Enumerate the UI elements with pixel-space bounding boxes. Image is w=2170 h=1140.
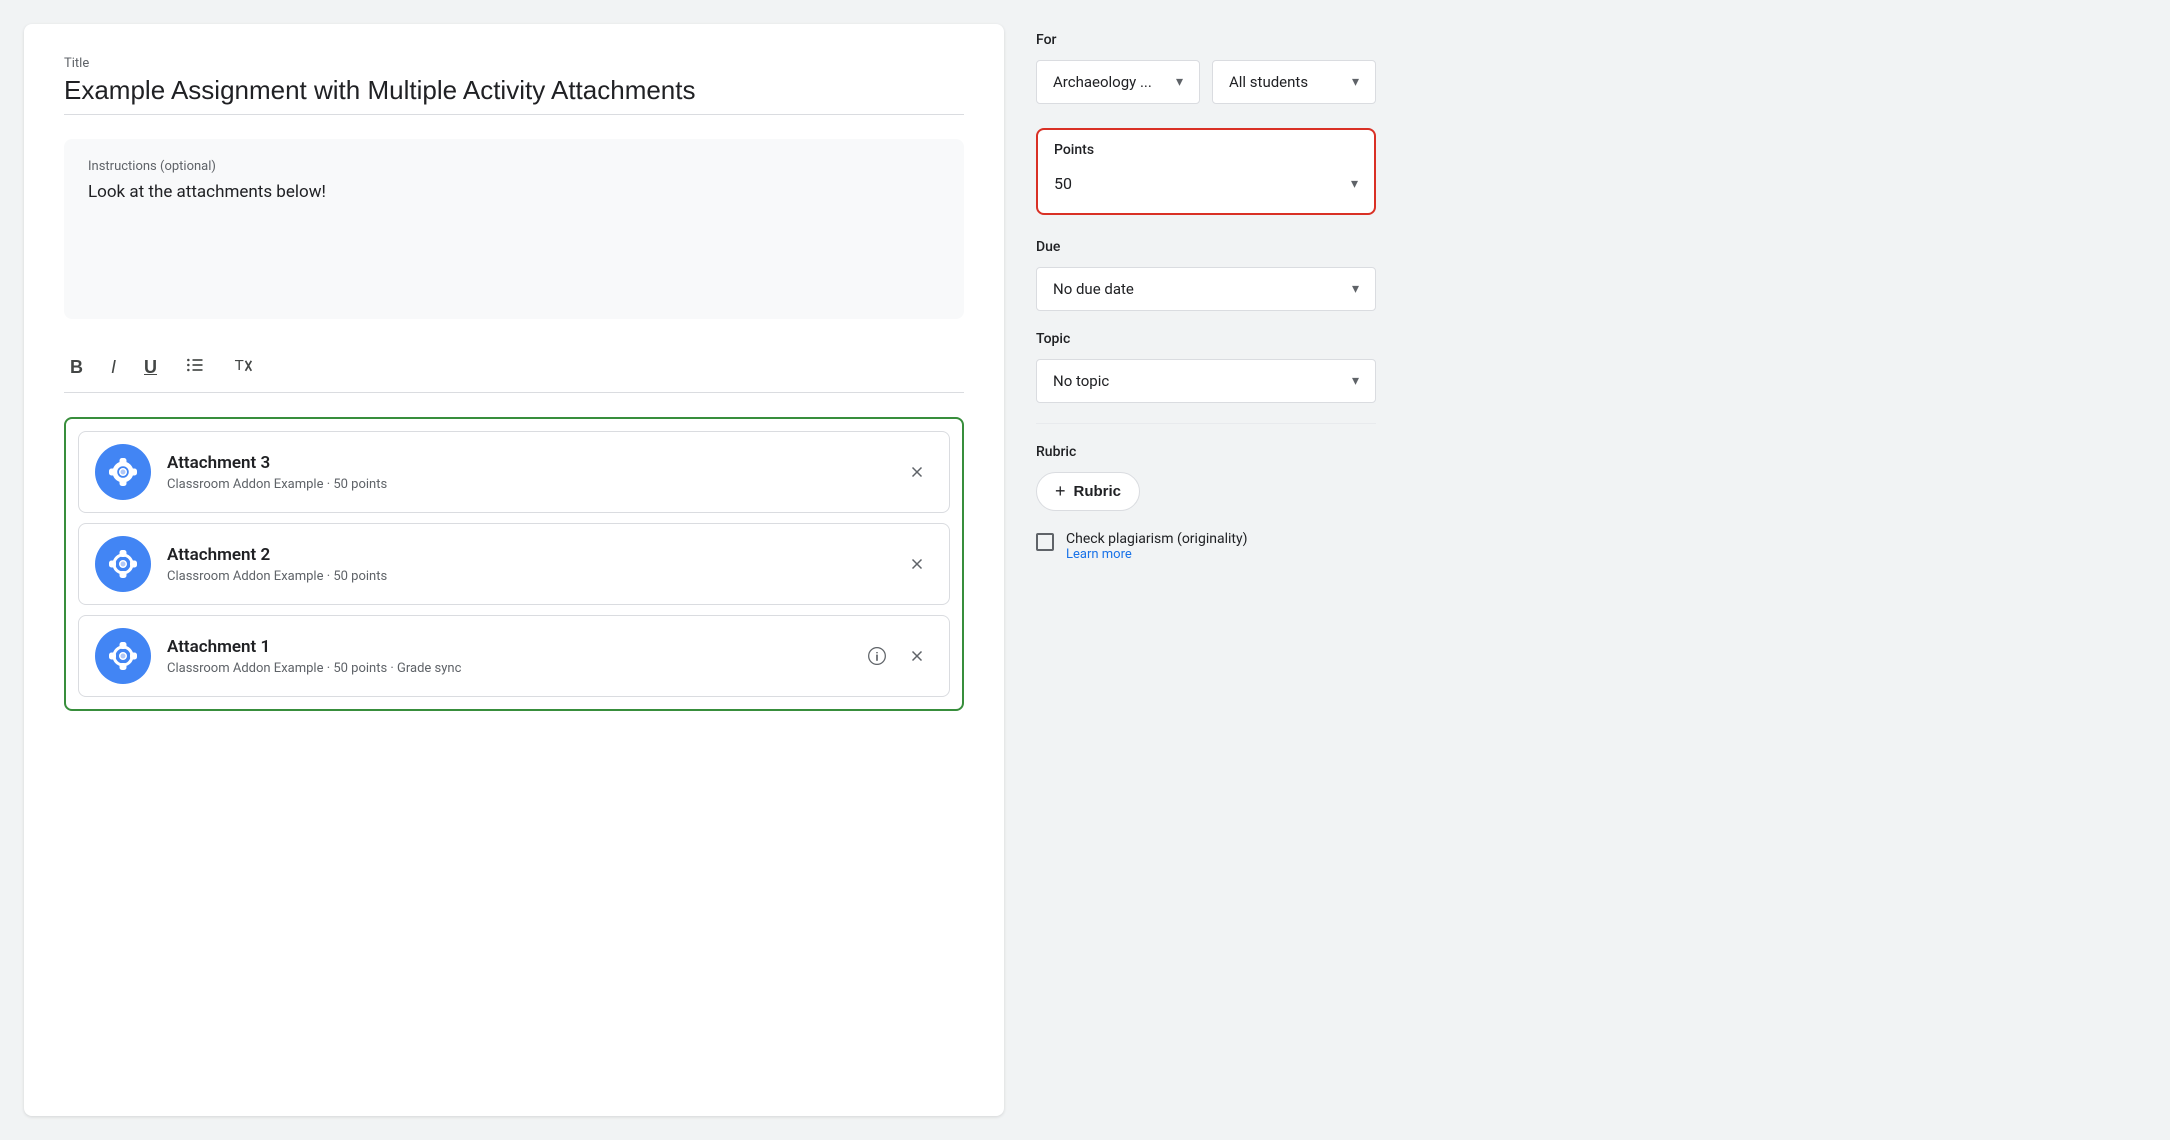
remove-attachment-2-button[interactable]	[901, 548, 933, 580]
due-dropdown[interactable]: No due date ▾	[1036, 267, 1376, 311]
for-label: For	[1036, 32, 1376, 48]
formatting-toolbar: B I U T	[64, 343, 964, 393]
attachment-card-2: Attachment 2 Classroom Addon Example · 5…	[78, 523, 950, 605]
points-dropdown[interactable]: 50 ▾	[1054, 170, 1358, 197]
info-attachment-1-button[interactable]	[861, 640, 893, 672]
students-dropdown[interactable]: All students ▾	[1212, 60, 1376, 104]
title-input[interactable]	[64, 75, 964, 115]
attachment-info-2: Attachment 2 Classroom Addon Example · 5…	[167, 545, 885, 584]
attachments-container: Attachment 3 Classroom Addon Example · 5…	[64, 417, 964, 711]
remove-attachment-3-button[interactable]	[901, 456, 933, 488]
instructions-label: Instructions (optional)	[88, 159, 940, 174]
left-panel: Title Instructions (optional) Look at th…	[24, 24, 1004, 1116]
due-label: Due	[1036, 239, 1376, 255]
divider	[1036, 423, 1376, 424]
addon-icon-2	[95, 536, 151, 592]
bold-button[interactable]: B	[64, 353, 89, 382]
plagiarism-checkbox[interactable]	[1036, 533, 1054, 551]
rubric-plus-icon: +	[1055, 481, 1066, 502]
class-dropdown[interactable]: Archaeology ... ▾	[1036, 60, 1200, 104]
underline-button[interactable]: U	[138, 353, 163, 382]
attachment-title-3: Attachment 3	[167, 453, 885, 473]
attachment-card-3: Attachment 3 Classroom Addon Example · 5…	[78, 431, 950, 513]
students-chevron-icon: ▾	[1352, 74, 1359, 90]
rubric-btn-label: Rubric	[1074, 483, 1122, 500]
italic-button[interactable]: I	[105, 353, 122, 382]
attachment-2-actions	[901, 548, 933, 580]
title-label: Title	[64, 56, 964, 71]
remove-attachment-1-button[interactable]	[901, 640, 933, 672]
topic-chevron-icon: ▾	[1352, 373, 1359, 389]
topic-value: No topic	[1053, 372, 1109, 390]
for-row: Archaeology ... ▾ All students ▾	[1036, 60, 1376, 104]
points-chevron-icon: ▾	[1351, 176, 1358, 192]
plagiarism-row: Check plagiarism (originality) Learn mor…	[1036, 531, 1376, 562]
attachment-title-2: Attachment 2	[167, 545, 885, 565]
attachment-card-1: Attachment 1 Classroom Addon Example · 5…	[78, 615, 950, 697]
attachment-subtitle-3: Classroom Addon Example · 50 points	[167, 477, 885, 492]
rubric-label: Rubric	[1036, 444, 1376, 460]
rubric-button[interactable]: + Rubric	[1036, 472, 1140, 511]
list-button[interactable]	[179, 351, 211, 384]
topic-dropdown[interactable]: No topic ▾	[1036, 359, 1376, 403]
points-box: Points 50 ▾	[1036, 128, 1376, 215]
instructions-section[interactable]: Instructions (optional) Look at the atta…	[64, 139, 964, 319]
instructions-text: Look at the attachments below!	[88, 182, 940, 202]
attachment-3-actions	[901, 456, 933, 488]
plagiarism-main-text: Check plagiarism (originality)	[1066, 531, 1247, 547]
class-chevron-icon: ▾	[1176, 74, 1183, 90]
points-label: Points	[1054, 142, 1358, 158]
title-section: Title	[64, 56, 964, 115]
attachment-info-3: Attachment 3 Classroom Addon Example · 5…	[167, 453, 885, 492]
addon-icon-1	[95, 628, 151, 684]
points-value: 50	[1054, 174, 1072, 193]
attachment-info-1: Attachment 1 Classroom Addon Example · 5…	[167, 637, 845, 676]
class-value: Archaeology ...	[1053, 73, 1152, 91]
attachment-subtitle-1: Classroom Addon Example · 50 points · Gr…	[167, 661, 845, 676]
right-panel: For Archaeology ... ▾ All students ▾ Poi…	[1036, 24, 1376, 1116]
plagiarism-text: Check plagiarism (originality) Learn mor…	[1066, 531, 1247, 562]
svg-text:T: T	[235, 357, 244, 374]
addon-icon-3	[95, 444, 151, 500]
attachment-title-1: Attachment 1	[167, 637, 845, 657]
due-value: No due date	[1053, 280, 1134, 298]
attachment-1-actions	[861, 640, 933, 672]
plagiarism-learn-more-link[interactable]: Learn more	[1066, 547, 1247, 562]
students-value: All students	[1229, 73, 1308, 91]
topic-label: Topic	[1036, 331, 1376, 347]
clear-format-button[interactable]: T	[227, 351, 259, 384]
attachment-subtitle-2: Classroom Addon Example · 50 points	[167, 569, 885, 584]
due-chevron-icon: ▾	[1352, 281, 1359, 297]
